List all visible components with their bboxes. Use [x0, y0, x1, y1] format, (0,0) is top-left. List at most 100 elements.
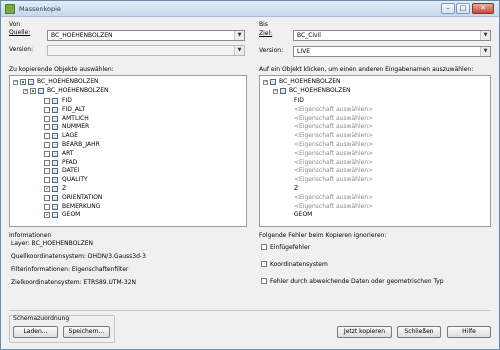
target-field-label[interactable]: <Eigenschaft auswählen> — [294, 159, 373, 167]
field-checkbox[interactable] — [44, 124, 50, 131]
table-icon — [38, 88, 44, 94]
tree-child-label: BC_HOEHENBOLZEN — [47, 87, 109, 94]
ziel-label: Ziel: — [259, 30, 273, 37]
source-objects-tree[interactable]: − BC_HOEHENBOLZEN − BC_HOEHENBOLZEN FID FID_A… — [9, 75, 247, 227]
close-button[interactable]: Schließen — [397, 326, 441, 338]
minimize-button[interactable]: – — [441, 3, 455, 14]
child-checkbox[interactable] — [30, 88, 36, 94]
left-tree-caption: Zu kopierende Objekte auswählen: — [9, 66, 114, 73]
field-checkbox[interactable] — [44, 203, 50, 210]
quelle-select[interactable]: BC_HOEHENBOLZEN ▼ — [47, 30, 245, 41]
field-checkbox[interactable] — [44, 98, 50, 104]
info-quell-ks: Quellkoordinatensystem: DHDN/3.Gauss3d-3 — [11, 253, 146, 260]
target-objects-tree[interactable]: − BC_HOEHENBOLZEN − BC_HOEHENBOLZEN FID <Eige… — [259, 75, 491, 227]
field-icon — [52, 142, 58, 148]
field-label: QUALITY — [62, 176, 88, 184]
field-label: FID — [62, 97, 72, 104]
von-version-label: Version: — [9, 46, 34, 53]
tree-root-label: BC_HOEHENBOLZEN — [37, 78, 99, 85]
target-field-label[interactable]: GEOM — [294, 211, 312, 219]
bis-header: Bis — [259, 21, 268, 28]
field-checkbox[interactable] — [44, 142, 50, 148]
tree-child-label: BC_HOEHENBOLZEN — [289, 87, 351, 94]
close-window-button[interactable]: ✕ — [472, 3, 494, 14]
info-ziel-ks: Zielkoordinatensystem: ETRS89.UTM-32N — [11, 279, 137, 286]
divider — [9, 310, 491, 311]
field-icon — [52, 212, 58, 219]
ignore-einfuege-checkbox[interactable] — [261, 244, 267, 250]
target-field-label[interactable]: <Eigenschaft auswählen> — [294, 106, 373, 114]
field-icon — [52, 115, 58, 122]
field-label: ART — [62, 149, 74, 157]
collapse-toggle-icon[interactable]: − — [23, 89, 28, 94]
target-field-label[interactable]: FID — [294, 97, 304, 105]
copy-now-button[interactable]: Jetzt kopieren — [337, 326, 392, 338]
field-checkbox[interactable] — [44, 194, 50, 201]
bis-version-label: Version: — [259, 47, 284, 54]
field-checkbox[interactable] — [44, 177, 50, 184]
field-label: Z — [62, 185, 67, 192]
field-checkbox[interactable] — [44, 106, 50, 113]
root-checkbox[interactable] — [20, 79, 26, 85]
target-field-label[interactable]: <Eigenschaft auswählen> — [294, 194, 373, 202]
collapse-toggle-icon[interactable]: − — [273, 89, 278, 94]
field-icon — [52, 168, 58, 175]
ignore-koordinaten-checkbox[interactable] — [261, 261, 267, 267]
field-label: NUMMER — [62, 123, 90, 131]
target-field-label[interactable]: <Eigenschaft auswählen> — [294, 141, 373, 149]
field-label: LAGE — [62, 132, 78, 140]
von-header: Von — [9, 21, 21, 28]
ignore-header: Folgende Fehler beim Kopieren ignorieren… — [259, 232, 387, 239]
maximize-button[interactable]: □ — [456, 3, 470, 14]
field-checkbox[interactable]: ✓ — [44, 186, 50, 192]
target-field-label[interactable]: <Eigenschaft auswählen> — [294, 123, 373, 131]
field-icon — [52, 106, 58, 113]
field-icon — [52, 133, 58, 140]
help-button[interactable]: Hilfe — [447, 326, 491, 338]
window-title: Massenkopie — [19, 5, 61, 13]
field-icon — [52, 124, 58, 131]
load-button[interactable]: Laden... — [13, 326, 58, 338]
field-checkbox[interactable]: ✓ — [44, 212, 50, 219]
chevron-down-icon: ▼ — [480, 47, 490, 56]
target-field-label[interactable]: <Eigenschaft auswählen> — [294, 167, 373, 175]
field-label: FID_ALT — [62, 105, 86, 113]
field-label: PFAD — [62, 158, 78, 166]
field-checkbox[interactable] — [44, 168, 50, 175]
chevron-down-icon: ▼ — [234, 46, 244, 55]
target-field-label[interactable]: Z — [294, 185, 298, 193]
table-icon — [28, 79, 34, 85]
field-icon — [52, 150, 58, 157]
app-icon — [5, 4, 15, 14]
ignore-geometrie-checkbox[interactable] — [261, 278, 267, 284]
field-icon — [52, 203, 58, 210]
title-bar: Massenkopie – □ ✕ — [1, 1, 499, 17]
field-label: ORIENTATION — [62, 193, 103, 201]
field-checkbox[interactable] — [44, 150, 50, 157]
collapse-toggle-icon[interactable]: − — [13, 80, 18, 85]
target-field-label[interactable]: <Eigenschaft auswählen> — [294, 132, 373, 140]
target-field-label[interactable]: <Eigenschaft auswählen> — [294, 115, 373, 123]
field-icon — [52, 159, 58, 166]
field-label: BEARB_JAHR — [62, 141, 100, 148]
massenkopie-window: Massenkopie – □ ✕ Von Quelle: BC_HOEHENB… — [0, 0, 500, 350]
field-label: GEOM — [62, 211, 81, 219]
info-header: Informationen — [9, 232, 52, 239]
target-field-label[interactable]: <Eigenschaft auswählen> — [294, 150, 373, 158]
field-label: BEMERKUNG — [62, 202, 101, 210]
field-checkbox[interactable] — [44, 159, 50, 166]
target-field-label[interactable]: <Eigenschaft auswählen> — [294, 203, 373, 211]
von-version-select: ▼ — [47, 45, 245, 56]
bis-version-select[interactable]: LIVE ▼ — [293, 46, 491, 57]
save-button[interactable]: Speichern... — [63, 326, 110, 338]
quelle-label: Quelle: — [9, 29, 31, 36]
field-checkbox[interactable] — [44, 115, 50, 122]
field-icon — [52, 177, 58, 184]
target-field-label[interactable]: <Eigenschaft auswählen> — [294, 176, 373, 184]
collapse-toggle-icon[interactable]: − — [263, 80, 268, 85]
field-checkbox[interactable] — [44, 133, 50, 140]
ignore-koordinaten-label: Koordinatensystem — [270, 261, 328, 268]
schema-header: Schemazuordnung — [13, 315, 70, 322]
ziel-select[interactable]: BC_Civil ▼ — [293, 30, 491, 41]
ziel-value: BC_Civil — [297, 32, 321, 39]
